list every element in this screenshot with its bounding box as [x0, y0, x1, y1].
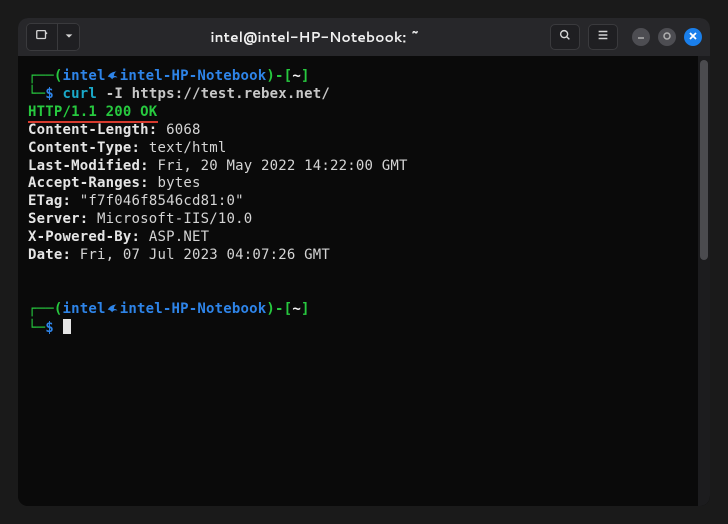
- prompt-cwd: ~: [292, 301, 301, 317]
- header-val: Fri, 20 May 2022 14:22:00 GMT: [149, 158, 408, 174]
- prompt-corner-bottom: └─: [28, 320, 45, 336]
- prompt-close-paren: ): [266, 68, 275, 84]
- titlebar-left: [26, 23, 80, 51]
- terminal-output[interactable]: ┌──(intelintel-HP-Notebook)-[~] └─$ curl…: [18, 56, 698, 506]
- terminal-window: intel@intel-HP-Notebook: ~: [18, 18, 710, 506]
- header-key: Accept-Ranges:: [28, 175, 149, 191]
- prompt-host: intel-HP-Notebook: [120, 68, 267, 84]
- window-controls: [632, 28, 702, 46]
- titlebar: intel@intel-HP-Notebook: ~: [18, 18, 710, 56]
- new-tab-split: [26, 23, 80, 51]
- prompt-cwd: ~: [292, 68, 301, 84]
- command-name: curl: [63, 86, 98, 102]
- close-icon: [688, 29, 698, 45]
- scrollbar[interactable]: [698, 56, 710, 506]
- prompt-symbol: $: [45, 86, 54, 102]
- header-key: Server:: [28, 211, 88, 227]
- kali-dragon-icon: [106, 301, 120, 315]
- prompt-corner-bottom: └─: [28, 86, 45, 102]
- prompt-symbol: $: [45, 320, 54, 336]
- command-args: -I https://test.rebex.net/: [106, 86, 330, 102]
- header-key: ETag:: [28, 193, 71, 209]
- maximize-button[interactable]: [658, 28, 676, 46]
- header-key: X-Powered-By:: [28, 229, 140, 245]
- minimize-icon: [636, 29, 646, 45]
- search-icon: [558, 28, 572, 46]
- prompt-dash: -: [275, 301, 284, 317]
- header-key: Content-Length:: [28, 122, 157, 138]
- maximize-icon: [662, 29, 672, 45]
- http-status-line: HTTP/1.1 200 OK: [28, 104, 157, 122]
- search-button[interactable]: [550, 24, 580, 50]
- prompt-rbracket: ]: [301, 68, 310, 84]
- terminal-body: ┌──(intelintel-HP-Notebook)-[~] └─$ curl…: [18, 56, 710, 506]
- cursor: [63, 319, 71, 334]
- header-key: Content-Type:: [28, 140, 140, 156]
- prompt-user: intel: [63, 68, 106, 84]
- window-title: intel@intel-HP-Notebook: ~: [88, 27, 542, 47]
- prompt-corner-top: ┌──: [28, 68, 54, 84]
- header-val: 6068: [157, 122, 200, 138]
- kali-dragon-icon: [106, 68, 120, 82]
- scrollbar-thumb[interactable]: [700, 60, 708, 260]
- http-status-text: HTTP/1.1 200 OK: [28, 104, 157, 120]
- header-key: Last-Modified:: [28, 158, 149, 174]
- close-button[interactable]: [684, 28, 702, 46]
- hamburger-icon: [596, 28, 610, 46]
- prompt-open-paren: (: [54, 301, 63, 317]
- new-tab-icon: [35, 28, 49, 46]
- titlebar-right: [550, 24, 702, 50]
- prompt-open-paren: (: [54, 68, 63, 84]
- prompt-host: intel-HP-Notebook: [120, 301, 267, 317]
- menu-button[interactable]: [588, 24, 618, 50]
- red-underline-annotation: [28, 121, 158, 123]
- header-val: Fri, 07 Jul 2023 04:07:26 GMT: [71, 247, 330, 263]
- header-val: text/html: [140, 140, 226, 156]
- header-val: bytes: [149, 175, 201, 191]
- header-key: Date:: [28, 247, 71, 263]
- chevron-down-icon: [64, 29, 74, 45]
- minimize-button[interactable]: [632, 28, 650, 46]
- header-val: Microsoft-IIS/10.0: [88, 211, 252, 227]
- new-tab-dropdown[interactable]: [57, 24, 79, 50]
- prompt-close-paren: ): [266, 301, 275, 317]
- new-tab-button[interactable]: [27, 24, 57, 50]
- header-val: "f7f046f8546cd81:0": [71, 193, 244, 209]
- prompt-user: intel: [63, 301, 106, 317]
- prompt-rbracket: ]: [301, 301, 310, 317]
- header-val: ASP.NET: [140, 229, 209, 245]
- prompt-dash: -: [275, 68, 284, 84]
- prompt-corner-top: ┌──: [28, 301, 54, 317]
